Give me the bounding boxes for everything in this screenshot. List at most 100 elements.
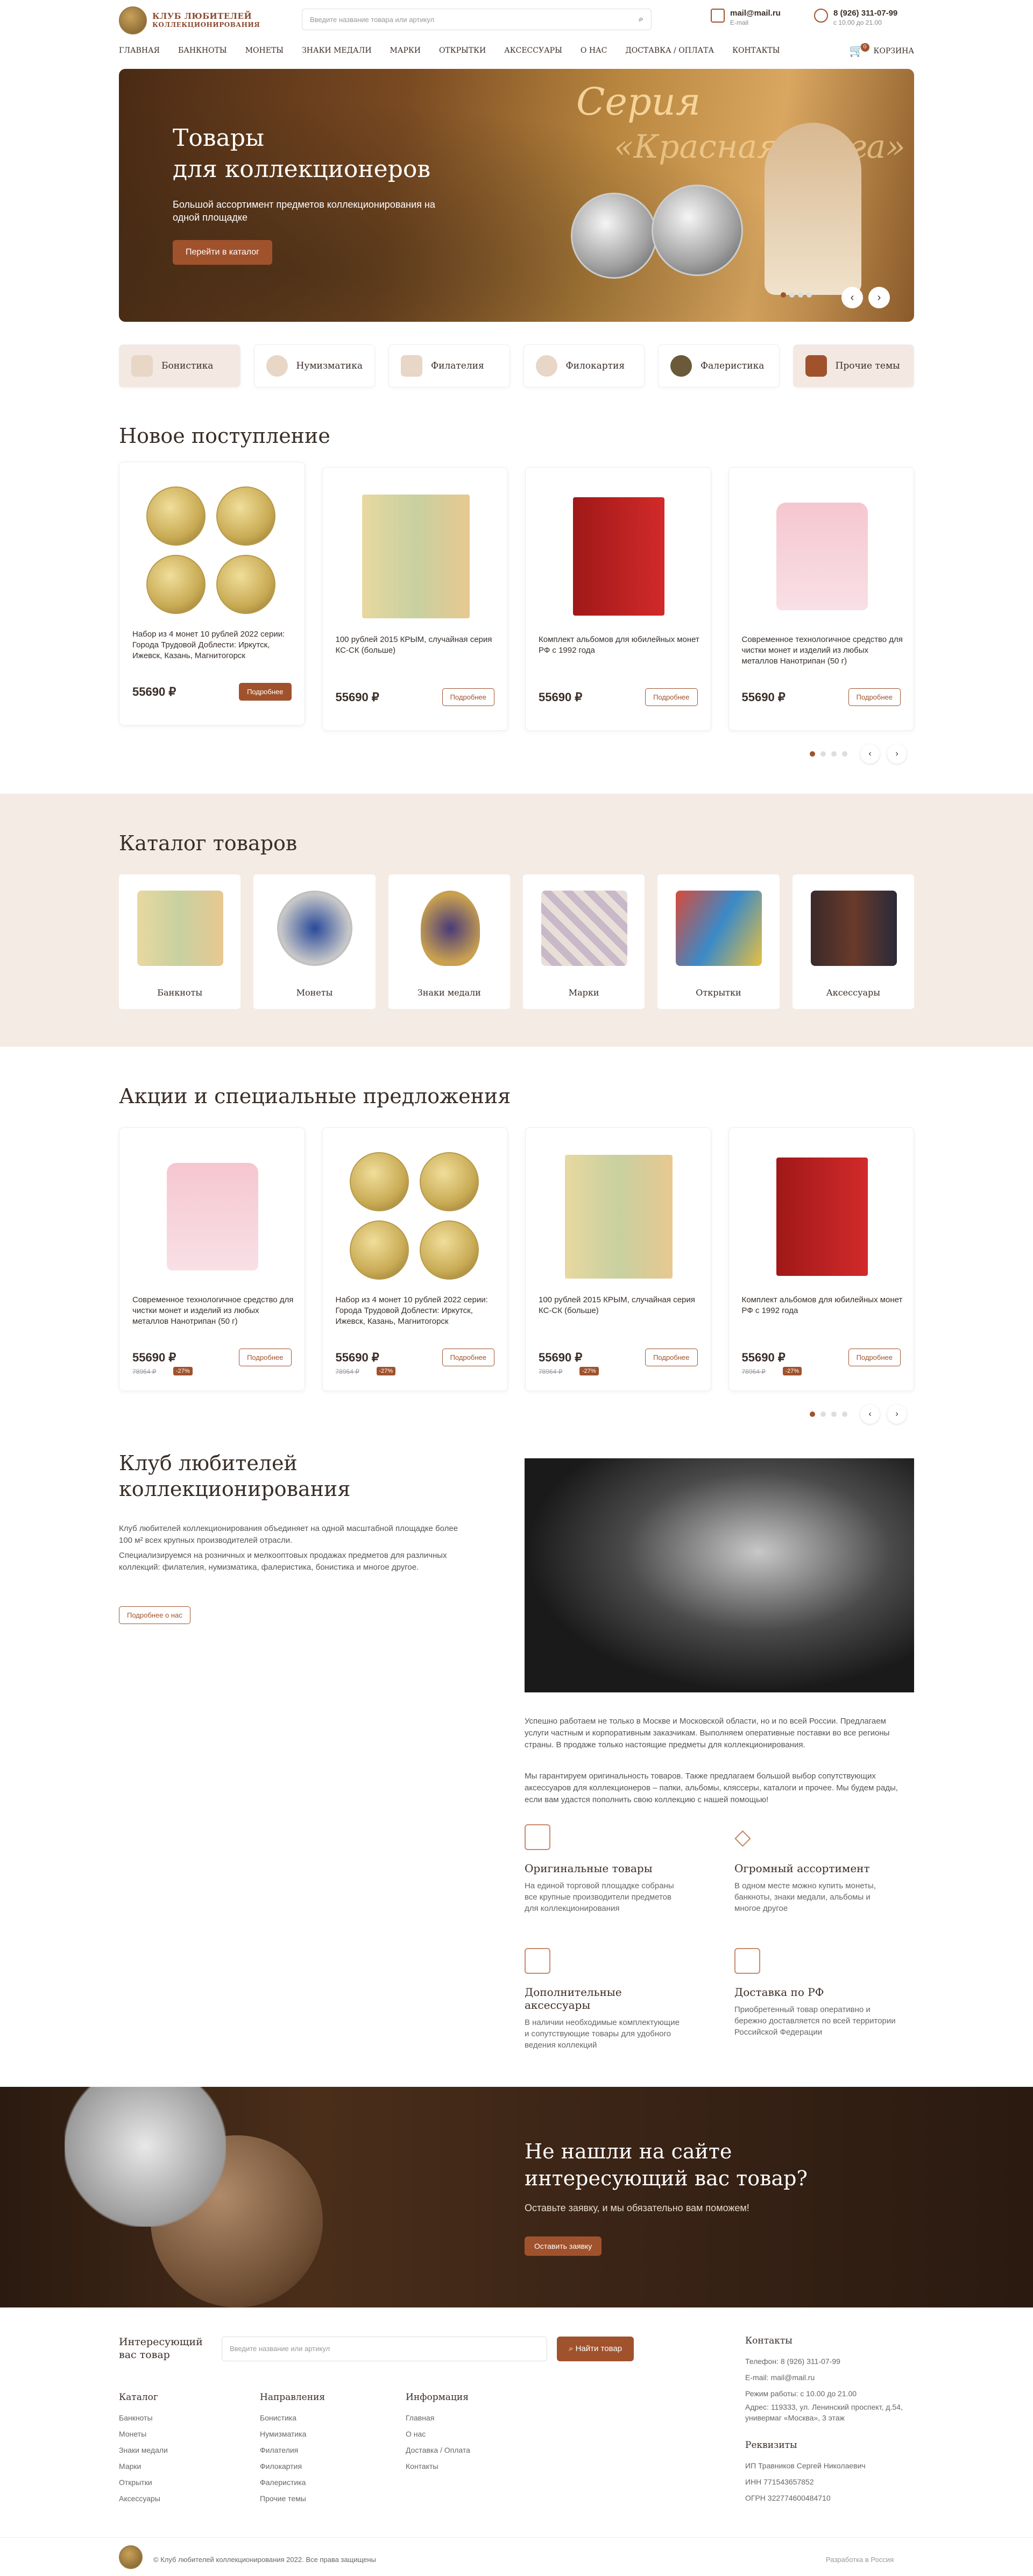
footer-logo-icon[interactable]	[119, 2545, 143, 2569]
pager-dot[interactable]	[842, 751, 847, 757]
pager-dot[interactable]	[810, 1411, 815, 1417]
request-banner: Не нашли на сайте интересующий вас товар…	[0, 2087, 1033, 2307]
phone-block[interactable]: 8 (926) 311-07-99 с 10.00 до 21.00	[814, 9, 897, 26]
email-block[interactable]: mail@mail.ru E-mail	[711, 9, 781, 26]
catalog-item-coins[interactable]: Монеты	[253, 874, 376, 1009]
prev-arrow-icon[interactable]: ‹	[860, 1405, 880, 1424]
product-card[interactable]: Современное технологичное средство для ч…	[119, 1127, 305, 1391]
next-arrow-icon[interactable]: ›	[868, 287, 890, 308]
details-button[interactable]: Подробнее	[239, 683, 292, 701]
footer-link[interactable]: Фалеристика	[260, 2474, 325, 2490]
footer-link[interactable]: Бонистика	[260, 2410, 325, 2426]
header: КЛУБ ЛЮБИТЕЛЕЙ КОЛЛЕКЦИОНИРОВАНИЯ Введит…	[119, 0, 914, 41]
slider-dot[interactable]	[806, 292, 812, 298]
search-icon[interactable]: ⌕	[639, 15, 643, 24]
nav-item-about[interactable]: О НАС	[581, 46, 607, 59]
product-title: 100 рублей 2015 КРЫМ, случайная серия КС…	[539, 1295, 695, 1315]
catalog-item-accessories[interactable]: Аксессуары	[792, 874, 914, 1009]
product-title: Современное технологичное средство для ч…	[132, 1295, 294, 1326]
next-arrow-icon[interactable]: ›	[887, 1405, 907, 1424]
cart-button[interactable]: 🛒 0 КОРЗИНА	[849, 43, 914, 58]
catalog-button[interactable]: Перейти в каталог	[173, 240, 272, 265]
footer-search-input[interactable]: Введите название или артикул	[222, 2337, 547, 2361]
box-icon	[734, 1948, 760, 1974]
nav-item-contacts[interactable]: КОНТАКТЫ	[732, 46, 780, 59]
footer-link[interactable]: Доставка / Оплата	[406, 2442, 470, 2458]
pager-dot[interactable]	[810, 751, 815, 757]
details-button[interactable]: Подробнее	[645, 1349, 698, 1366]
pager-dot[interactable]	[820, 751, 826, 757]
catalog-item-postcards[interactable]: Открытки	[657, 874, 780, 1009]
details-button[interactable]: Подробнее	[239, 1349, 292, 1366]
nav-item-banknotes[interactable]: БАНКНОТЫ	[178, 46, 227, 59]
product-card[interactable]: Современное технологичное средство для ч…	[728, 467, 914, 731]
logo[interactable]: КЛУБ ЛЮБИТЕЛЕЙ КОЛЛЕКЦИОНИРОВАНИЯ	[119, 6, 260, 34]
prev-arrow-icon[interactable]: ‹	[841, 287, 863, 308]
details-button[interactable]: Подробнее	[848, 688, 901, 706]
footer-email[interactable]: E-mail: mail@mail.ru	[745, 2369, 917, 2386]
nav-item-home[interactable]: ГЛАВНАЯ	[119, 46, 160, 59]
logo-line1: КЛУБ ЛЮБИТЕЛЕЙ	[152, 11, 252, 21]
catalog-item-stamps[interactable]: Марки	[522, 874, 645, 1009]
nav-item-medals[interactable]: ЗНАКИ МЕДАЛИ	[302, 46, 371, 59]
footer-contacts: Контакты Телефон: 8 (926) 311-07-99 E-ma…	[745, 2333, 917, 2506]
tab-philately[interactable]: Филателия	[388, 344, 510, 387]
footer-link[interactable]: Марки	[119, 2458, 168, 2474]
footer-link[interactable]: Знаки медали	[119, 2442, 168, 2458]
about-button[interactable]: Подробнее о нас	[119, 1606, 190, 1624]
details-button[interactable]: Подробнее	[442, 1349, 494, 1366]
slider-dot[interactable]	[789, 292, 795, 298]
search-input[interactable]: Введите название товара или артикул ⌕	[302, 9, 652, 30]
pager-dot[interactable]	[831, 1411, 837, 1417]
footer-link[interactable]: Филателия	[260, 2442, 325, 2458]
catalog-item-banknotes[interactable]: Банкноты	[119, 874, 241, 1009]
tab-bonistics[interactable]: Бонистика	[119, 344, 240, 387]
ermine-image	[765, 123, 861, 295]
nav-item-accessories[interactable]: АКСЕССУАРЫ	[504, 46, 562, 59]
slider-dot[interactable]	[781, 292, 786, 298]
footer-link[interactable]: Аксессуары	[119, 2490, 168, 2507]
feature-delivery: Доставка по РФ Приобретенный товар опера…	[734, 1948, 896, 2038]
footer-link[interactable]: Банкноты	[119, 2410, 168, 2426]
footer-link[interactable]: Открытки	[119, 2474, 168, 2490]
footer-phone[interactable]: Телефон: 8 (926) 311-07-99	[745, 2353, 917, 2369]
stamps-image	[541, 891, 627, 966]
product-card[interactable]: Набор из 4 монет 10 рублей 2022 серии: Г…	[322, 1127, 508, 1391]
next-arrow-icon[interactable]: ›	[887, 744, 907, 764]
tab-philocartia[interactable]: Филокартия	[523, 344, 645, 387]
footer-link[interactable]: Монеты	[119, 2426, 168, 2442]
tab-other[interactable]: Прочие темы	[793, 344, 915, 387]
footer-link[interactable]: Прочие темы	[260, 2490, 325, 2507]
product-card[interactable]: Комплект альбомов для юбилейных монет РФ…	[728, 1127, 914, 1391]
footer-info: Информация Главная О нас Доставка / Опла…	[406, 2389, 470, 2474]
footer-link[interactable]: Нумизматика	[260, 2426, 325, 2442]
pager-dot[interactable]	[831, 751, 837, 757]
product-card[interactable]: Набор из 4 монет 10 рублей 2022 серии: Г…	[119, 462, 305, 725]
nav-item-stamps[interactable]: МАРКИ	[390, 46, 421, 59]
pager-dot[interactable]	[842, 1411, 847, 1417]
nav-item-coins[interactable]: МОНЕТЫ	[245, 46, 284, 59]
details-button[interactable]: Подробнее	[848, 1349, 901, 1366]
pager-dot[interactable]	[820, 1411, 826, 1417]
prev-arrow-icon[interactable]: ‹	[860, 744, 880, 764]
footer-link[interactable]: Филокартия	[260, 2458, 325, 2474]
tab-faleristics[interactable]: Фалеристика	[658, 344, 780, 387]
nav-item-delivery[interactable]: ДОСТАВКА / ОПЛАТА	[625, 46, 714, 59]
product-card[interactable]: 100 рублей 2015 КРЫМ, случайная серия КС…	[525, 1127, 711, 1391]
footer-link[interactable]: Главная	[406, 2410, 470, 2426]
find-product-button[interactable]: ⌕ Найти товар	[557, 2337, 634, 2361]
diamond-icon: ◇	[734, 1825, 751, 1849]
product-card[interactable]: Комплект альбомов для юбилейных монет РФ…	[525, 467, 711, 731]
product-card[interactable]: 100 рублей 2015 КРЫМ, случайная серия КС…	[322, 467, 508, 731]
footer-link[interactable]: О нас	[406, 2426, 470, 2442]
tab-numismatics[interactable]: Нумизматика	[253, 344, 376, 387]
details-button[interactable]: Подробнее	[645, 688, 698, 706]
request-button[interactable]: Оставить заявку	[525, 2236, 602, 2256]
slider-dot[interactable]	[798, 292, 803, 298]
coin-image	[571, 193, 657, 279]
footer-link[interactable]: Контакты	[406, 2458, 470, 2474]
catalog-item-medals[interactable]: Знаки медали	[388, 874, 510, 1009]
developer-link[interactable]: Разработка в Россия	[826, 2552, 894, 2568]
nav-item-postcards[interactable]: ОТКРЫТКИ	[439, 46, 486, 59]
details-button[interactable]: Подробнее	[442, 688, 494, 706]
